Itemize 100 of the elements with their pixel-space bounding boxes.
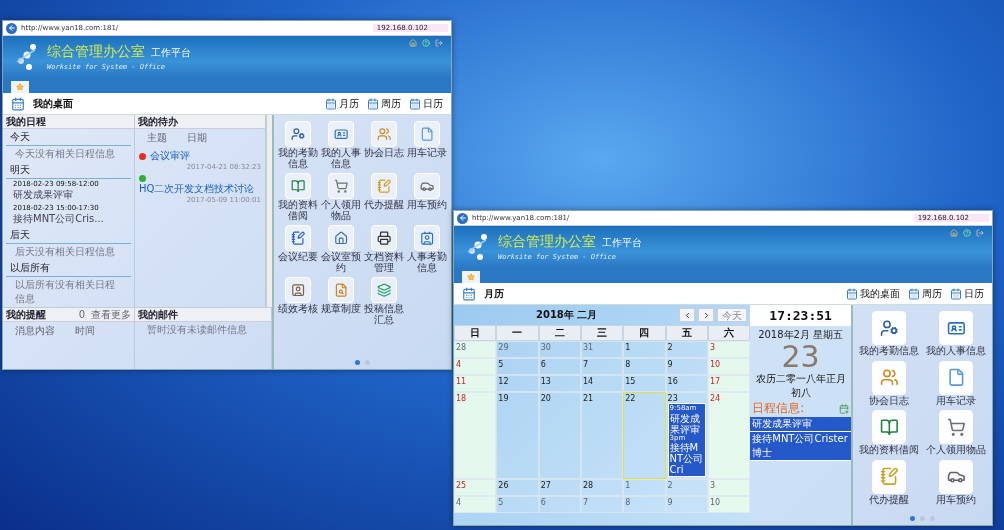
home-icon[interactable] — [409, 39, 417, 47]
app-shortcut[interactable]: 人事考勤信息 — [407, 225, 447, 273]
more-link[interactable]: 查看更多 — [91, 307, 131, 322]
app-shortcut[interactable]: 代办提醒 — [364, 173, 404, 221]
app-shortcut[interactable]: 协会日志 — [364, 121, 404, 169]
page-title: 月历 — [484, 286, 505, 301]
day-cell[interactable]: 21 — [580, 392, 624, 480]
day-cell[interactable]: 6 — [538, 496, 581, 514]
page-dot[interactable] — [365, 360, 370, 365]
day-cell[interactable]: 15 — [623, 375, 666, 392]
add-event-icon[interactable] — [839, 403, 849, 414]
day-cell[interactable]: 24 — [707, 392, 751, 480]
scrollbar[interactable] — [266, 115, 272, 307]
app-shortcut[interactable]: 我的人事信息 — [924, 311, 988, 357]
day-cell[interactable]: 12 — [496, 375, 539, 392]
app-shortcut[interactable]: 个人领用物品 — [321, 173, 361, 221]
file-search-icon — [333, 282, 349, 298]
view-button[interactable]: 我的桌面 — [846, 286, 900, 301]
day-cell[interactable]: 1 — [623, 479, 666, 497]
day-cell[interactable]: 28 — [580, 479, 624, 497]
day-cell[interactable]: 29 — [496, 341, 539, 358]
day-cell[interactable]: 14 — [580, 375, 624, 392]
day-cell[interactable]: 4 — [454, 496, 497, 514]
day-cell[interactable]: 31 — [580, 341, 624, 358]
help-icon[interactable] — [963, 229, 971, 237]
day-cell[interactable]: 10 — [707, 358, 751, 375]
view-button[interactable]: 周历 — [367, 96, 401, 111]
day-cell[interactable]: 16 — [665, 375, 708, 392]
event-title[interactable]: 研发成果评审 — [13, 188, 73, 202]
favorites-tab[interactable] — [462, 271, 480, 283]
day-cell[interactable]: 25 — [454, 479, 497, 497]
day-cell[interactable]: 13 — [538, 375, 581, 392]
day-cell[interactable]: 2 — [665, 479, 708, 497]
app-shortcut[interactable]: 代办提醒 — [857, 459, 921, 505]
day-cell[interactable]: 5 — [496, 496, 539, 514]
app-shortcut[interactable]: 我的考勤信息 — [857, 311, 921, 357]
logout-icon[interactable] — [435, 39, 443, 47]
day-cell[interactable]: 26 — [496, 479, 539, 497]
page-dot[interactable] — [910, 516, 915, 521]
app-shortcut[interactable]: 用车预约 — [924, 459, 988, 505]
favorites-tab[interactable] — [11, 81, 29, 93]
logout-icon[interactable] — [976, 229, 984, 237]
user-icon — [290, 282, 306, 298]
app-shortcut[interactable]: 会议纪要 — [278, 225, 318, 273]
agenda-item[interactable]: 接待MNT公司Crister博士 — [750, 432, 851, 461]
page-dot[interactable] — [920, 516, 925, 521]
day-cell[interactable]: 11 — [454, 375, 497, 392]
app-shortcut[interactable]: 会议室预约 — [321, 225, 361, 273]
todo-link[interactable]: 会议审评 — [150, 149, 190, 163]
day-cell[interactable]: 30 — [538, 341, 581, 358]
day-cell[interactable]: 27 — [538, 479, 581, 497]
day-cell[interactable]: 8 — [623, 496, 666, 514]
agenda-item[interactable]: 研发成果评审 — [750, 417, 851, 432]
app-shortcut[interactable]: 协会日志 — [857, 360, 921, 406]
view-button[interactable]: 日历 — [950, 286, 984, 301]
house-icon — [333, 230, 349, 246]
day-cell[interactable]: 9 — [665, 358, 708, 375]
day-cell[interactable]: 6 — [538, 358, 581, 375]
day-cell[interactable]: 2 — [665, 341, 708, 358]
day-cell[interactable]: 19 — [496, 392, 539, 480]
page-dot[interactable] — [930, 516, 935, 521]
app-shortcut[interactable]: 我的考勤信息 — [278, 121, 318, 169]
home-icon[interactable] — [950, 229, 958, 237]
prev-button[interactable] — [679, 308, 696, 322]
day-cell[interactable]: 22 — [623, 392, 666, 480]
todo-link[interactable]: HQ二次开发文档技术讨论 — [139, 182, 255, 196]
app-shortcut[interactable]: 绩效考核 — [278, 277, 318, 325]
help-icon[interactable] — [422, 39, 430, 47]
view-button[interactable]: 月历 — [325, 96, 359, 111]
app-shortcut[interactable]: 文档资料管理 — [364, 225, 404, 273]
app-shortcut[interactable]: 规章制度 — [321, 277, 361, 325]
day-cell[interactable]: 20 — [538, 392, 581, 480]
day-cell[interactable]: 17 — [707, 375, 751, 392]
app-shortcut[interactable]: 我的人事信息 — [321, 121, 361, 169]
page-dot[interactable] — [355, 360, 360, 365]
event-title[interactable]: 接待MNT公司Cris... — [13, 212, 104, 226]
day-cell[interactable]: 3 — [707, 479, 751, 497]
app-shortcut[interactable]: 用车预约 — [407, 173, 447, 221]
app-shortcut[interactable]: 投稿信息汇总 — [364, 277, 404, 325]
day-cell[interactable]: 8 — [623, 358, 666, 375]
app-shortcut[interactable]: 用车记录 — [924, 360, 988, 406]
day-cell[interactable]: 7 — [580, 358, 624, 375]
day-cell[interactable]: 3 — [707, 341, 751, 358]
day-cell[interactable]: 10 — [707, 496, 751, 514]
back-button[interactable] — [457, 212, 468, 224]
day-cell[interactable]: 9 — [665, 496, 708, 514]
day-cell[interactable]: 28 — [454, 341, 497, 358]
day-cell[interactable]: 18 — [454, 392, 497, 480]
day-cell[interactable]: 5 — [496, 358, 539, 375]
app-shortcut[interactable]: 我的资料借阅 — [857, 410, 921, 456]
app-shortcut[interactable]: 个人领用物品 — [924, 410, 988, 456]
view-button[interactable]: 日历 — [409, 96, 443, 111]
next-button[interactable] — [698, 308, 715, 322]
day-cell[interactable]: 7 — [580, 496, 624, 514]
back-button[interactable] — [6, 22, 17, 34]
app-shortcut[interactable]: 我的资料借阅 — [278, 173, 318, 221]
day-cell[interactable]: 1 — [623, 341, 666, 358]
app-shortcut[interactable]: 用车记录 — [407, 121, 447, 169]
view-button[interactable]: 周历 — [908, 286, 942, 301]
day-cell[interactable]: 4 — [454, 358, 497, 375]
